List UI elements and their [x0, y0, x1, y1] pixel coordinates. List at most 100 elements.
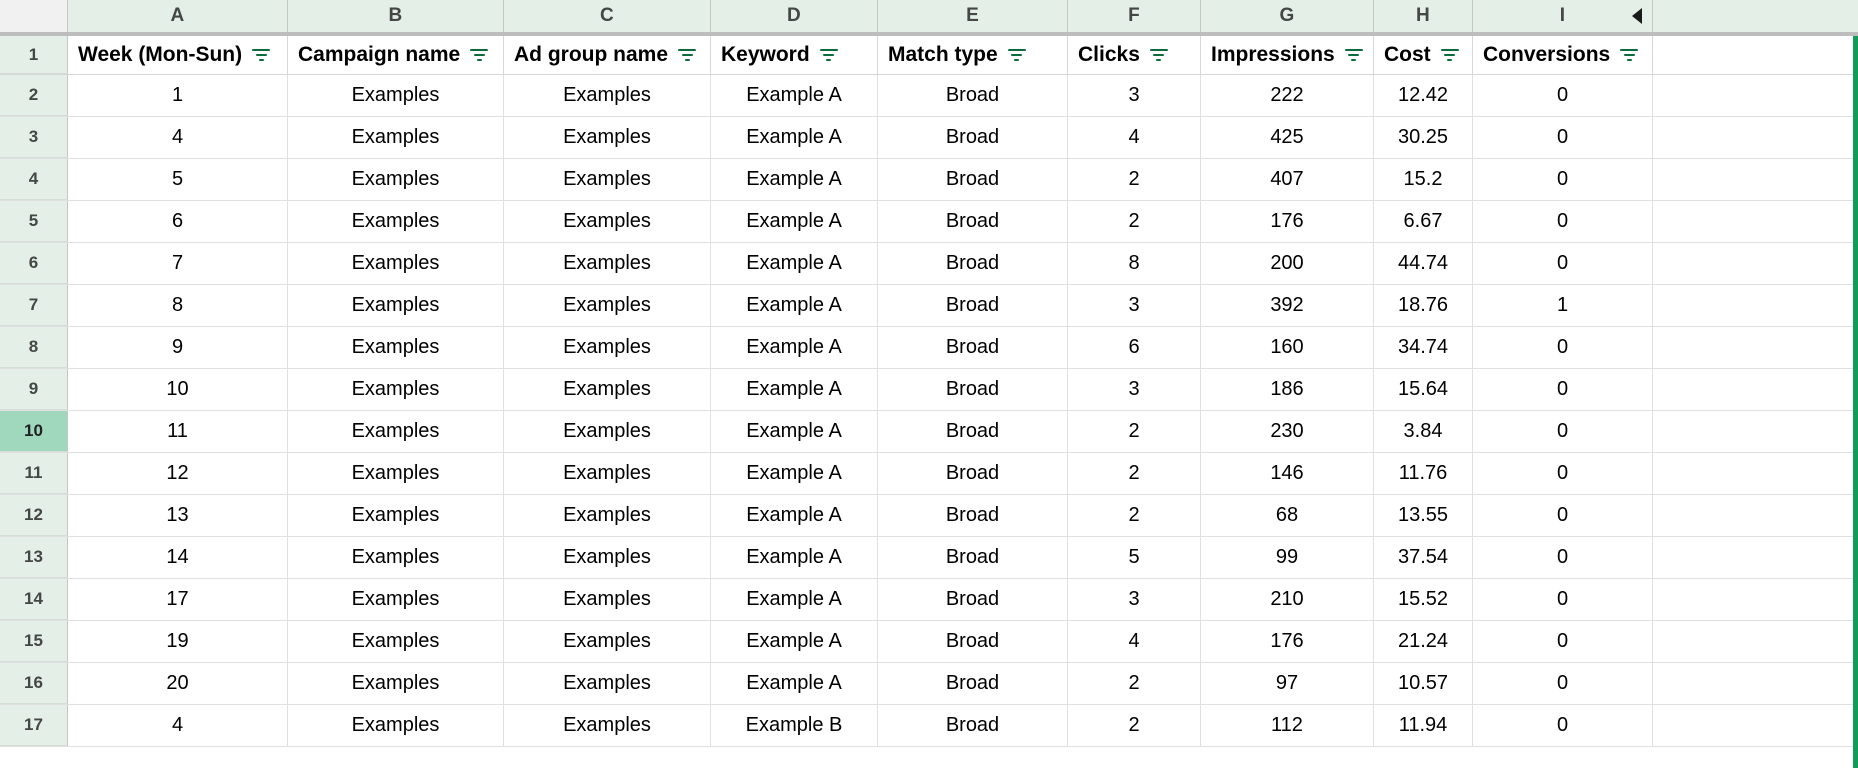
cell-A8[interactable]: 9 — [68, 327, 288, 368]
cell-E2[interactable]: Broad — [878, 75, 1068, 116]
row-header-13[interactable]: 13 — [0, 537, 68, 578]
cell-D4[interactable]: Example A — [711, 159, 878, 200]
cell-A10[interactable]: 11 — [68, 411, 288, 452]
cell-I6[interactable]: 0 — [1473, 243, 1653, 284]
column-title-cell[interactable]: Keyword — [711, 36, 878, 74]
cell-I8[interactable]: 0 — [1473, 327, 1653, 368]
cell-H7[interactable]: 18.76 — [1374, 285, 1473, 326]
cell-E5[interactable]: Broad — [878, 201, 1068, 242]
cell-I11[interactable]: 0 — [1473, 453, 1653, 494]
row-header-10[interactable]: 10 — [0, 411, 68, 452]
cell-A3[interactable]: 4 — [68, 117, 288, 158]
cell-A2[interactable]: 1 — [68, 75, 288, 116]
cell-C16[interactable]: Examples — [504, 663, 711, 704]
row-header-11[interactable]: 11 — [0, 453, 68, 494]
cell-E15[interactable]: Broad — [878, 621, 1068, 662]
cell-I9[interactable]: 0 — [1473, 369, 1653, 410]
column-header-d[interactable]: D — [711, 0, 878, 32]
cell-F13[interactable]: 5 — [1068, 537, 1201, 578]
cell-G14[interactable]: 210 — [1201, 579, 1374, 620]
cell-G3[interactable]: 425 — [1201, 117, 1374, 158]
cell-F6[interactable]: 8 — [1068, 243, 1201, 284]
cell-C8[interactable]: Examples — [504, 327, 711, 368]
cell-G12[interactable]: 68 — [1201, 495, 1374, 536]
cell-I7[interactable]: 1 — [1473, 285, 1653, 326]
cell-F8[interactable]: 6 — [1068, 327, 1201, 368]
cell-H14[interactable]: 15.52 — [1374, 579, 1473, 620]
cell-E8[interactable]: Broad — [878, 327, 1068, 368]
cell-C17[interactable]: Examples — [504, 705, 711, 746]
cell-G7[interactable]: 392 — [1201, 285, 1374, 326]
row-header-7[interactable]: 7 — [0, 285, 68, 326]
cell-C12[interactable]: Examples — [504, 495, 711, 536]
cell-F4[interactable]: 2 — [1068, 159, 1201, 200]
cell-D7[interactable]: Example A — [711, 285, 878, 326]
column-header-f[interactable]: F — [1068, 0, 1201, 32]
cell-B11[interactable]: Examples — [288, 453, 504, 494]
cell-C6[interactable]: Examples — [504, 243, 711, 284]
cell-G5[interactable]: 176 — [1201, 201, 1374, 242]
cell-G8[interactable]: 160 — [1201, 327, 1374, 368]
cell-F12[interactable]: 2 — [1068, 495, 1201, 536]
cell-A9[interactable]: 10 — [68, 369, 288, 410]
filter-icon[interactable] — [1149, 47, 1169, 63]
cell-F7[interactable]: 3 — [1068, 285, 1201, 326]
cell-I2[interactable]: 0 — [1473, 75, 1653, 116]
cell-D2[interactable]: Example A — [711, 75, 878, 116]
cell-A16[interactable]: 20 — [68, 663, 288, 704]
cell-A15[interactable]: 19 — [68, 621, 288, 662]
cell-G13[interactable]: 99 — [1201, 537, 1374, 578]
cell-E10[interactable]: Broad — [878, 411, 1068, 452]
cell-G16[interactable]: 97 — [1201, 663, 1374, 704]
cell-D15[interactable]: Example A — [711, 621, 878, 662]
cell-A14[interactable]: 17 — [68, 579, 288, 620]
cell-B16[interactable]: Examples — [288, 663, 504, 704]
cell-D12[interactable]: Example A — [711, 495, 878, 536]
column-title-cell[interactable]: Week (Mon-Sun) — [68, 36, 288, 74]
cell-E6[interactable]: Broad — [878, 243, 1068, 284]
cell-I17[interactable]: 0 — [1473, 705, 1653, 746]
cell-D3[interactable]: Example A — [711, 117, 878, 158]
cell-C11[interactable]: Examples — [504, 453, 711, 494]
cell-A17[interactable]: 4 — [68, 705, 288, 746]
cell-B8[interactable]: Examples — [288, 327, 504, 368]
cell-F17[interactable]: 2 — [1068, 705, 1201, 746]
cell-D11[interactable]: Example A — [711, 453, 878, 494]
cell-A5[interactable]: 6 — [68, 201, 288, 242]
cell-D16[interactable]: Example A — [711, 663, 878, 704]
row-header-5[interactable]: 5 — [0, 201, 68, 242]
cell-D17[interactable]: Example B — [711, 705, 878, 746]
filter-icon[interactable] — [251, 47, 271, 63]
cell-F9[interactable]: 3 — [1068, 369, 1201, 410]
cell-B4[interactable]: Examples — [288, 159, 504, 200]
row-header-14[interactable]: 14 — [0, 579, 68, 620]
cell-G15[interactable]: 176 — [1201, 621, 1374, 662]
cell-I3[interactable]: 0 — [1473, 117, 1653, 158]
cell-B5[interactable]: Examples — [288, 201, 504, 242]
cell-F15[interactable]: 4 — [1068, 621, 1201, 662]
cell-E17[interactable]: Broad — [878, 705, 1068, 746]
cell-C14[interactable]: Examples — [504, 579, 711, 620]
cell-F2[interactable]: 3 — [1068, 75, 1201, 116]
column-title-cell[interactable]: Cost — [1374, 36, 1473, 74]
cell-C13[interactable]: Examples — [504, 537, 711, 578]
row-header-16[interactable]: 16 — [0, 663, 68, 704]
filter-icon[interactable] — [677, 47, 697, 63]
cell-E3[interactable]: Broad — [878, 117, 1068, 158]
filter-icon[interactable] — [469, 47, 489, 63]
cell-D8[interactable]: Example A — [711, 327, 878, 368]
cell-H11[interactable]: 11.76 — [1374, 453, 1473, 494]
cell-C10[interactable]: Examples — [504, 411, 711, 452]
cell-F10[interactable]: 2 — [1068, 411, 1201, 452]
filter-icon[interactable] — [1007, 47, 1027, 63]
cell-H3[interactable]: 30.25 — [1374, 117, 1473, 158]
cell-A7[interactable]: 8 — [68, 285, 288, 326]
cell-A12[interactable]: 13 — [68, 495, 288, 536]
cell-F14[interactable]: 3 — [1068, 579, 1201, 620]
cell-G11[interactable]: 146 — [1201, 453, 1374, 494]
cell-C2[interactable]: Examples — [504, 75, 711, 116]
cell-C4[interactable]: Examples — [504, 159, 711, 200]
cell-I14[interactable]: 0 — [1473, 579, 1653, 620]
collapse-left-triangle-icon[interactable] — [1632, 8, 1642, 24]
cell-A11[interactable]: 12 — [68, 453, 288, 494]
